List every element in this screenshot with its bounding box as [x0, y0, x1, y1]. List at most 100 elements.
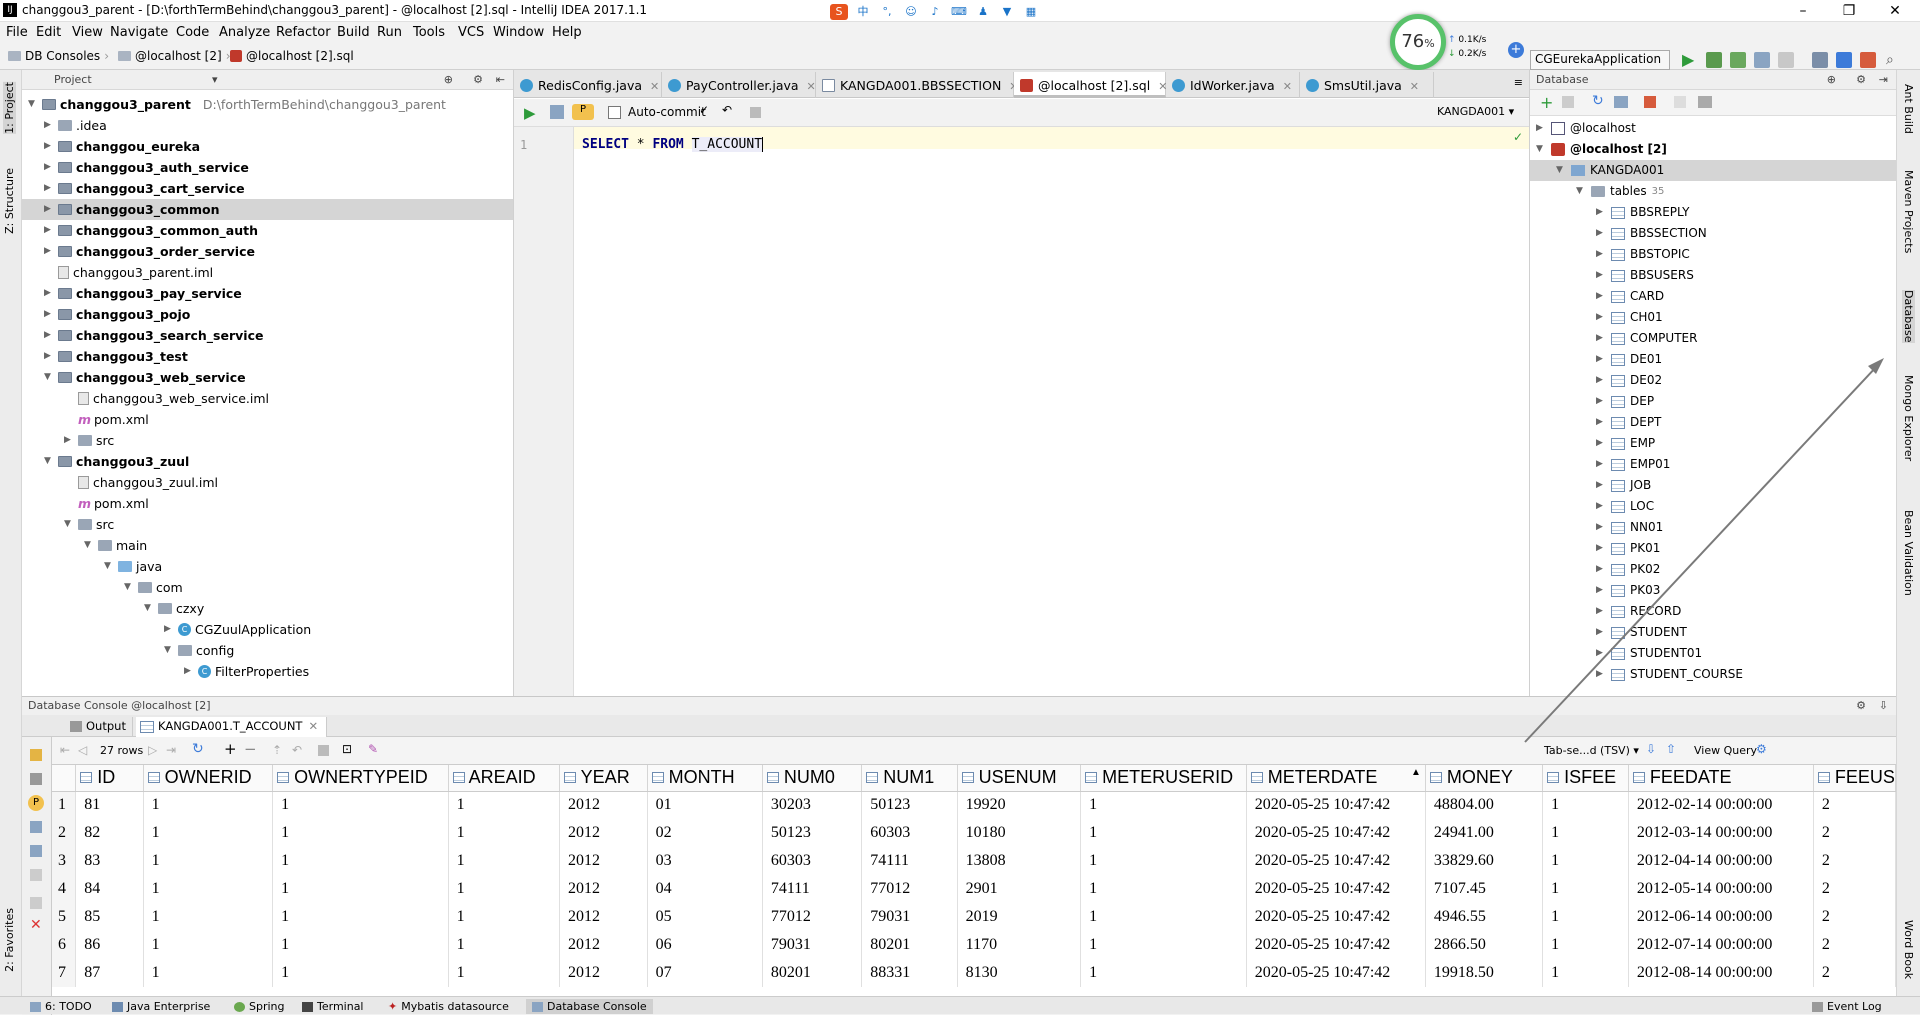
table-cell[interactable]: 60303 [861, 819, 958, 847]
stop-icon[interactable] [750, 107, 761, 118]
table-cell[interactable]: 8130 [957, 959, 1082, 987]
table-cell[interactable]: 1 [143, 847, 274, 875]
db-table[interactable]: ▶ EMP [1596, 433, 1655, 454]
tree-node[interactable]: ▼ changgou3_web_service [44, 367, 246, 388]
close-icon[interactable]: ✕ [308, 719, 318, 733]
table-cell[interactable]: 1 [1080, 959, 1247, 987]
reload-icon[interactable]: ↻ [192, 741, 204, 757]
export-format-select[interactable]: Tab-se...d (TSV) ▾ [1544, 744, 1639, 757]
column-header[interactable]: USENUM [957, 765, 1082, 792]
chinese-mode-icon[interactable]: 中 [854, 4, 872, 20]
table-cell[interactable]: 1 [448, 903, 560, 931]
tab-maven-projects[interactable]: Maven Projects [1902, 170, 1915, 253]
sql-code[interactable]: SELECT * FROM T_ACCOUNT [582, 137, 764, 152]
column-header[interactable]: NUM0 [762, 765, 863, 792]
coverage-icon[interactable] [1730, 52, 1746, 68]
table-cell[interactable]: 01 [647, 791, 763, 819]
table-cell[interactable]: 80201 [861, 931, 958, 959]
menu-window[interactable]: Window [493, 25, 544, 40]
table-row[interactable]: 2 82 1 1 1 2012 02 50123 60303 10180 1 2020-05-25 1… [52, 819, 1896, 847]
table-cell[interactable]: 30203 [762, 791, 863, 819]
tab-bean-validation[interactable]: Bean Validation [1902, 510, 1915, 596]
shirt-icon[interactable]: ▼ [998, 4, 1016, 20]
table-cell[interactable]: 2012-07-14 00:00:00 [1628, 931, 1814, 959]
table-cell[interactable]: 2012-04-14 00:00:00 [1628, 847, 1814, 875]
hide-icon[interactable]: ⇤ [496, 73, 505, 86]
table-cell[interactable]: 1 [143, 903, 274, 931]
column-header[interactable]: METERUSERID [1080, 765, 1247, 792]
breadcrumb-sql-file[interactable]: @localhost [2].sql [230, 49, 354, 63]
table-cell[interactable]: 2019 [957, 903, 1082, 931]
table-cell[interactable]: 1 [143, 959, 274, 987]
tree-node[interactable]: ▶ changgou3_test [44, 346, 188, 367]
table-cell[interactable]: 77012 [762, 903, 863, 931]
menu-view[interactable]: View [72, 25, 103, 40]
table-cell[interactable]: 1 [448, 847, 560, 875]
copy-icon[interactable] [1562, 96, 1574, 108]
tab-redisconfig[interactable]: RedisConfig.java ✕ [514, 72, 662, 98]
table-cell[interactable]: 02 [647, 819, 763, 847]
tree-node[interactable]: ▶ src [64, 430, 114, 451]
table-row[interactable]: 5 85 1 1 1 2012 05 77012 79031 2019 1 2020-05-25 10… [52, 903, 1896, 931]
table-cell[interactable]: 77012 [861, 875, 958, 903]
tab-idworker[interactable]: IdWorker.java ✕ [1166, 72, 1300, 98]
table-cell[interactable]: 84 [75, 875, 144, 903]
column-header[interactable]: FEEDATE [1628, 765, 1814, 792]
tab-paycontroller[interactable]: PayController.java ✕ [662, 72, 816, 98]
table-cell[interactable]: 1 [272, 847, 449, 875]
db-table[interactable]: ▶ BBSTOPIC [1596, 244, 1690, 265]
tree-node[interactable]: ▼ src [64, 514, 114, 535]
menu-help[interactable]: Help [552, 25, 582, 40]
table-cell[interactable]: 74111 [861, 847, 958, 875]
table-cell[interactable]: 1 [143, 791, 274, 819]
status-spring[interactable]: Spring [234, 1000, 285, 1013]
db-table[interactable]: ▶ PK01 [1596, 538, 1660, 559]
status-todo[interactable]: 6: TODO [30, 1000, 92, 1013]
db-table[interactable]: ▶ CH01 [1596, 307, 1663, 328]
table-cell[interactable]: 2012-08-14 00:00:00 [1628, 959, 1814, 987]
stop-icon[interactable] [1778, 52, 1794, 68]
table-cell[interactable]: 2 [1813, 931, 1896, 959]
parameters-icon[interactable]: P [28, 795, 44, 811]
table-cell[interactable]: 24941.00 [1425, 819, 1544, 847]
table-cell[interactable]: 1 [272, 959, 449, 987]
column-header[interactable]: AREAID [448, 765, 560, 792]
column-header[interactable]: MONTH [647, 765, 763, 792]
table-cell[interactable]: 1 [272, 875, 449, 903]
db-table[interactable]: ▶ BBSSECTION [1596, 223, 1707, 244]
stop-icon[interactable] [30, 897, 42, 909]
debug-icon[interactable] [1706, 52, 1722, 68]
table-cell[interactable]: 1 [1080, 791, 1247, 819]
table-cell[interactable]: 82 [75, 819, 144, 847]
table-cell[interactable]: 1 [272, 903, 449, 931]
search-icon[interactable]: ⌕ [1886, 52, 1902, 68]
menu-build[interactable]: Build [337, 25, 370, 40]
table-cell[interactable]: 2020-05-25 10:47:42 [1246, 819, 1426, 847]
table-cell[interactable]: 2012 [559, 959, 648, 987]
settings-icon[interactable] [30, 773, 42, 785]
sync-icon[interactable]: ⊕ [1827, 73, 1836, 86]
table-cell[interactable]: 07 [647, 959, 763, 987]
db-table[interactable]: ▶ NN01 [1596, 517, 1663, 538]
table-cell[interactable]: 2 [1813, 959, 1896, 987]
tree-node[interactable]: ▶ changgou3_pojo [44, 304, 190, 325]
table-cell[interactable]: 79031 [762, 931, 863, 959]
db-table[interactable]: ▶ EMP01 [1596, 454, 1670, 475]
table-cell[interactable]: 1 [1080, 819, 1247, 847]
table-cell[interactable]: 87 [75, 959, 144, 987]
column-header[interactable]: OWNERTYPEID [272, 765, 449, 792]
plus-icon[interactable]: + [1508, 42, 1524, 58]
commit-icon[interactable]: ✓ [699, 103, 709, 117]
db-table[interactable]: ▶ BBSREPLY [1596, 202, 1689, 223]
emoji-icon[interactable]: ☺ [902, 4, 920, 20]
db-table[interactable]: ▶ PK03 [1596, 580, 1660, 601]
tree-node[interactable]: ▶ .idea [44, 115, 107, 136]
tree-node[interactable]: ▶ changgou3_cart_service [44, 178, 245, 199]
tree-node[interactable]: ▼ config [164, 640, 234, 661]
rows-count[interactable]: 27 rows [100, 744, 143, 757]
table-editor-icon[interactable] [1674, 96, 1686, 108]
status-database-console[interactable]: Database Console [526, 999, 653, 1014]
revert-icon[interactable]: ↶ [292, 743, 302, 757]
table-cell[interactable]: 06 [647, 931, 763, 959]
table-cell[interactable]: 2012 [559, 931, 648, 959]
